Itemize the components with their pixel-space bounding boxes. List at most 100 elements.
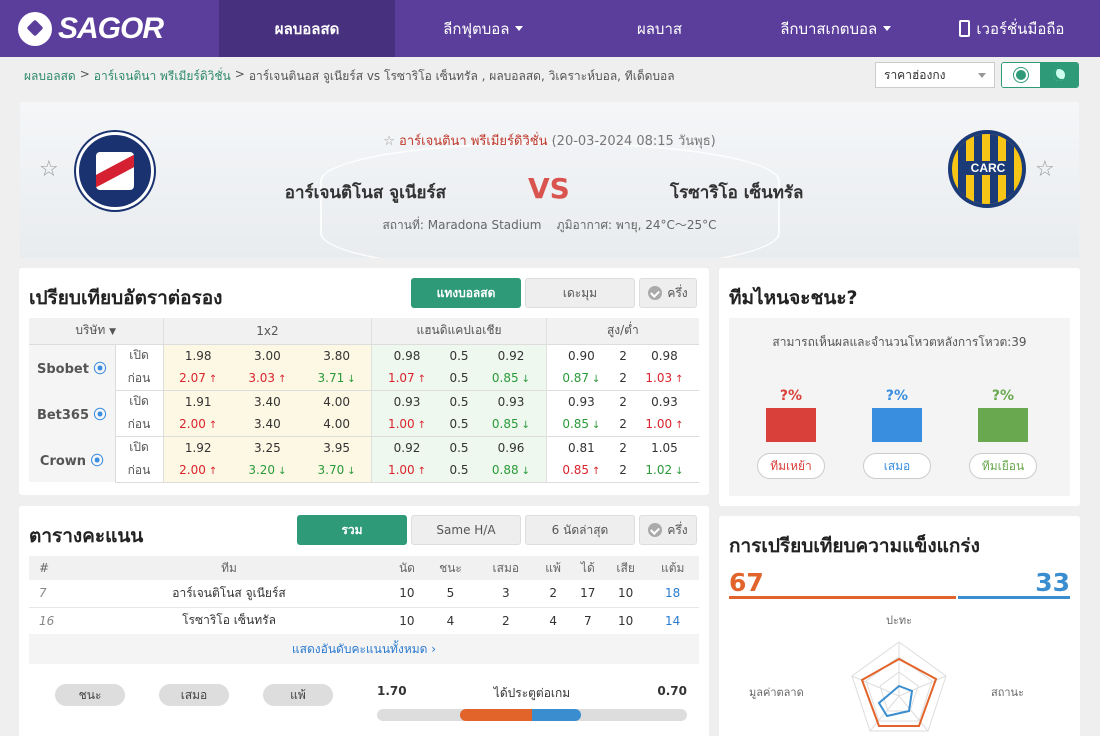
home-team-name[interactable]: อาร์เจนติโนส จูเนียร์ส bbox=[220, 179, 446, 206]
bookmaker-name[interactable]: Sbobet ⦿ bbox=[29, 344, 116, 390]
loss-pill[interactable]: แพ้ bbox=[263, 684, 333, 706]
tab-corners[interactable]: เดะมุม bbox=[525, 278, 635, 308]
arrow-down-icon: ↓ bbox=[278, 466, 287, 478]
trend-chart-icon[interactable]: ⦿ bbox=[89, 408, 107, 423]
nav-basketball-leagues[interactable]: ลีกบาสเกตบอล bbox=[748, 0, 924, 57]
odds-value: 0.87 bbox=[562, 371, 590, 386]
odds-value: 0.85 bbox=[491, 371, 519, 386]
vote-away-button[interactable]: ทีมเยือน bbox=[969, 453, 1037, 479]
odds-cell: 3.00 bbox=[232, 344, 302, 367]
odds-value: 3.03 bbox=[248, 371, 276, 386]
arrow-up-icon: ↑ bbox=[417, 420, 427, 432]
team-name[interactable]: โรซาริโอ เซ็นทรัล bbox=[69, 607, 389, 635]
tab-overall[interactable]: รวม bbox=[297, 515, 407, 545]
away-goals-bar bbox=[532, 709, 581, 721]
trend-chart-icon[interactable]: ⦿ bbox=[89, 362, 106, 377]
odds-value: 0.5 bbox=[449, 440, 469, 455]
nav-basketball-results[interactable]: ผลบาส bbox=[571, 0, 747, 57]
odds-value: 0.92 bbox=[497, 348, 525, 363]
toggle-label: ครึ่ง bbox=[667, 522, 688, 537]
header-over-under: สูง/ต่ำ bbox=[546, 318, 699, 345]
favorite-away-star-icon[interactable]: ☆ bbox=[1035, 157, 1055, 182]
bookmaker-label: Crown bbox=[39, 453, 87, 469]
dark-mode-button[interactable] bbox=[1040, 63, 1078, 87]
odds-value: 1.00 bbox=[387, 417, 415, 432]
arrow-down-icon: ↓ bbox=[521, 374, 531, 386]
odds-cell: 2 bbox=[616, 436, 630, 459]
tab-same-home-away[interactable]: Same H/A bbox=[411, 515, 521, 545]
odds-cell: 3.70 ↓ bbox=[301, 459, 373, 483]
odds-cell: 0.92 bbox=[371, 436, 442, 459]
odds-cell: 0.5 bbox=[441, 459, 477, 483]
check-icon bbox=[648, 523, 663, 537]
light-mode-button[interactable] bbox=[1002, 63, 1040, 87]
odds-cell: 1.00 ↑ bbox=[371, 413, 442, 437]
match-league: ☆ อาร์เจนตินา พรีเมียร์ดิวิชั่น (20-03-2… bbox=[20, 130, 1079, 151]
odds-cell: 3.40 bbox=[232, 413, 302, 437]
bookmaker-name[interactable]: Bet365 ⦿ bbox=[29, 390, 116, 436]
tab-live-betting[interactable]: แทงบอลสด bbox=[411, 278, 521, 308]
half-time-toggle[interactable]: ครึ่ง bbox=[639, 515, 697, 545]
caret-down-icon bbox=[515, 26, 524, 31]
odds-cell: 1.02 ↓ bbox=[629, 459, 699, 483]
opening-label: เปิด bbox=[115, 436, 164, 459]
col-points: แต้ม bbox=[646, 556, 699, 580]
odds-cell: 3.25 bbox=[232, 436, 302, 459]
odds-cell: 1.03 ↑ bbox=[629, 367, 699, 391]
odds-value: 2 bbox=[619, 440, 627, 455]
odds-value: 1.03 bbox=[645, 371, 673, 386]
check-icon bbox=[648, 286, 663, 300]
nav-live-scores[interactable]: ผลบอลสด bbox=[219, 0, 396, 57]
trend-chart-icon[interactable]: ⦿ bbox=[86, 454, 104, 469]
away-team-name[interactable]: โรซาริโอ เซ็นทรัล bbox=[670, 179, 910, 206]
cell: 4 bbox=[424, 607, 477, 635]
odds-format-select[interactable]: ราคาฮ่องกง bbox=[875, 62, 995, 88]
team-name[interactable]: อาร์เจนติโนส จูเนียร์ส bbox=[69, 580, 389, 608]
vote-home-button[interactable]: ทีมเหย้า bbox=[757, 453, 825, 479]
show-all-standings-link[interactable]: แสดงอันดับคะแนนทั้งหมด › bbox=[29, 634, 699, 664]
star-icon[interactable]: ☆ bbox=[383, 134, 395, 149]
vote-draw-button[interactable]: เสมอ bbox=[863, 453, 931, 479]
cell: 2 bbox=[535, 580, 571, 608]
odds-value: 0.5 bbox=[449, 371, 469, 386]
chevron-right-icon: › bbox=[431, 642, 437, 656]
odds-row: Sbobet ⦿ เปิด 1.98 3.00 3.80 0.98 0.5 0.92 0.90 2… bbox=[29, 344, 699, 390]
vs-label: VS bbox=[528, 172, 570, 205]
arrow-up-icon: ↑ bbox=[675, 374, 684, 386]
goals-label: ได้ประตูต่อเกม bbox=[493, 686, 571, 700]
odds-cell: 0.98 bbox=[371, 344, 442, 367]
vote-panel: สามารถเห็นผลและจำนวนโหวตหลังการโหวต:39 ?… bbox=[729, 318, 1070, 496]
draw-pill[interactable]: เสมอ bbox=[159, 684, 229, 706]
pre-match-label: ก่อน bbox=[115, 459, 164, 483]
pre-match-label: ก่อน bbox=[115, 413, 164, 437]
win-pill[interactable]: ชนะ bbox=[55, 684, 125, 706]
league-link[interactable]: อาร์เจนตินา พรีเมียร์ดิวิชั่น bbox=[399, 134, 547, 149]
site-logo[interactable]: SAGOR bbox=[0, 0, 219, 57]
arrow-up-icon: ↑ bbox=[417, 466, 427, 478]
odds-cell: 3.80 bbox=[301, 344, 373, 367]
nav-football-leagues[interactable]: ลีกฟุตบอล bbox=[395, 0, 571, 57]
breadcrumb-league[interactable]: อาร์เจนตินา พรีเมียร์ดิวิชั่น bbox=[94, 67, 231, 86]
match-header: ☆ ☆ CARC ☆ อาร์เจนตินา พรีเมียร์ดิวิชั่น… bbox=[20, 102, 1079, 258]
nav-label: ผลบาส bbox=[636, 19, 683, 38]
tab-last-6[interactable]: 6 นัดล่าสุด bbox=[525, 515, 635, 545]
company-header[interactable]: บริษัท ▼ bbox=[29, 318, 164, 345]
match-datetime: (20-03-2024 08:15 วันพุธ) bbox=[551, 134, 716, 149]
odds-cell: 2.07 ↑ bbox=[163, 367, 233, 391]
col-team: ทีม bbox=[69, 556, 389, 580]
half-time-toggle[interactable]: ครึ่ง bbox=[639, 278, 697, 308]
moon-icon bbox=[1053, 69, 1065, 81]
vote-percent: ?% bbox=[779, 388, 803, 404]
theme-toggle[interactable] bbox=[1001, 62, 1079, 88]
nav-mobile-version[interactable]: เวอร์ชั่นมือถือ bbox=[924, 0, 1100, 57]
home-goals-per-game: 1.70 bbox=[377, 684, 407, 698]
odds-value: 0.85 bbox=[562, 463, 590, 478]
favorite-home-star-icon[interactable]: ☆ bbox=[39, 157, 59, 182]
nav-label: ผลบอลสด bbox=[274, 19, 340, 38]
odds-cell: 0.85 ↓ bbox=[546, 413, 617, 437]
breadcrumb-home[interactable]: ผลบอลสด bbox=[24, 67, 76, 86]
odds-value: 2 bbox=[619, 371, 627, 386]
col-played: นัด bbox=[389, 556, 425, 580]
arrow-up-icon: ↑ bbox=[417, 374, 427, 386]
bookmaker-name[interactable]: Crown ⦿ bbox=[29, 436, 116, 482]
